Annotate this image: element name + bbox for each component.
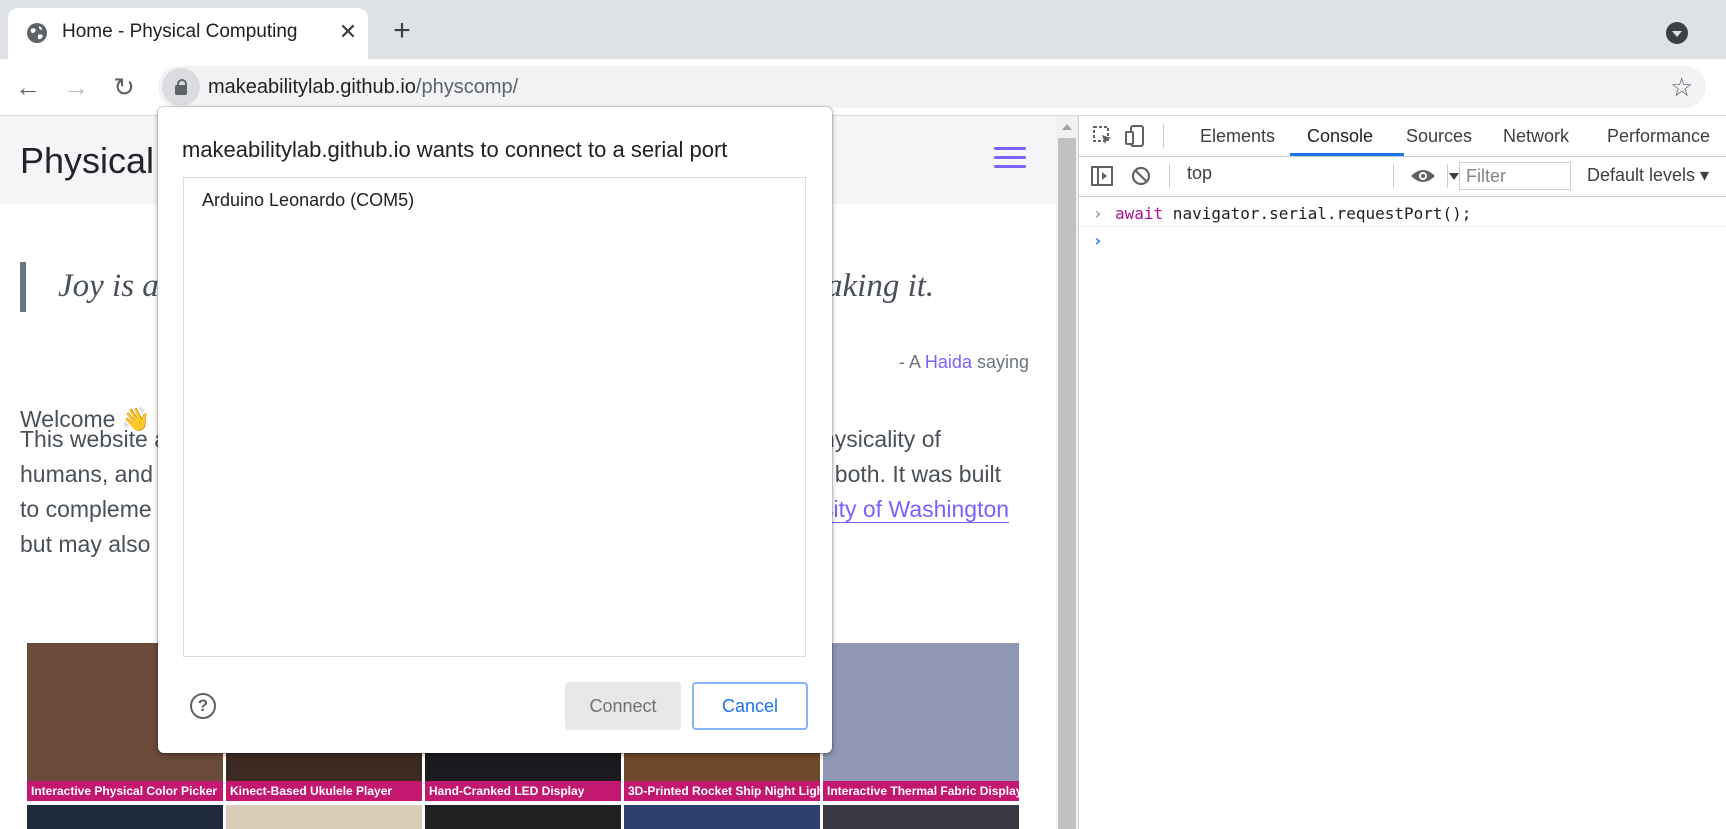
url-text[interactable]: makeabilitylab.github.io/physcomp/ bbox=[208, 76, 518, 99]
menu-icon[interactable] bbox=[994, 147, 1026, 171]
quote-attribution: - A Haida saying bbox=[898, 352, 1029, 372]
context-selector[interactable]: top bbox=[1187, 163, 1459, 189]
help-icon[interactable]: ? bbox=[190, 693, 216, 719]
intro-line-1: This website a bbox=[20, 426, 168, 452]
device-list[interactable]: Arduino Leonardo (COM5) bbox=[183, 177, 806, 657]
bookmark-star-icon[interactable]: ☆ bbox=[1670, 72, 1693, 102]
back-button[interactable]: ← bbox=[12, 71, 44, 103]
project-thumb[interactable] bbox=[27, 805, 223, 829]
console-command: await navigator.serial.requestPort(); bbox=[1115, 204, 1472, 223]
intro-line-4: but may also bbox=[20, 531, 151, 557]
intro-line-1-right: hysicality of bbox=[822, 426, 941, 452]
intro-line-2: humans, and bbox=[20, 461, 153, 487]
device-toolbar-icon[interactable] bbox=[1123, 124, 1147, 148]
tab-strip: Home - Physical Computing ✕ + bbox=[0, 0, 1726, 59]
close-tab-icon[interactable]: ✕ bbox=[334, 18, 362, 46]
new-tab-button[interactable]: + bbox=[386, 16, 418, 48]
devtools-panel: Elements Console Sources Network Perform… bbox=[1078, 116, 1726, 829]
blockquote-bar bbox=[20, 262, 26, 312]
tab-console[interactable]: Console bbox=[1307, 126, 1373, 147]
serial-port-dialog: makeabilitylab.github.io wants to connec… bbox=[158, 107, 832, 753]
globe-icon bbox=[27, 23, 47, 43]
prompt-icon: › bbox=[1093, 231, 1103, 250]
project-thumb[interactable] bbox=[425, 805, 621, 829]
device-item[interactable]: Arduino Leonardo (COM5) bbox=[202, 190, 414, 211]
uw-link[interactable]: sity of Washington bbox=[822, 496, 1010, 523]
console-entry: › await navigator.serial.requestPort(); bbox=[1079, 204, 1726, 227]
console-toolbar: top Filter Default levels ▾ bbox=[1079, 156, 1726, 197]
tab-title: Home - Physical Computing bbox=[62, 21, 298, 42]
tab-sources[interactable]: Sources bbox=[1406, 126, 1472, 147]
tab-performance[interactable]: Performance bbox=[1607, 126, 1710, 147]
eye-icon[interactable] bbox=[1409, 164, 1437, 188]
quote-text-right: aking it. bbox=[826, 268, 935, 304]
intro-line-2-right: f both. It was built bbox=[822, 461, 1001, 487]
haida-link[interactable]: Haida bbox=[925, 352, 972, 372]
devtools-tabbar: Elements Console Sources Network Perform… bbox=[1079, 116, 1726, 157]
cancel-button[interactable]: Cancel bbox=[692, 682, 808, 730]
project-thumb[interactable] bbox=[226, 805, 422, 829]
project-thumb[interactable]: Interactive Thermal Fabric Displays bbox=[823, 643, 1019, 801]
quote-text-left: Joy is a bbox=[58, 268, 159, 304]
connect-button[interactable]: Connect bbox=[565, 682, 681, 730]
tab-network[interactable]: Network bbox=[1503, 126, 1569, 147]
clear-console-icon[interactable] bbox=[1129, 164, 1153, 188]
scroll-up-icon[interactable] bbox=[1062, 124, 1072, 130]
chevron-down-icon bbox=[1449, 173, 1459, 180]
page-scrollbar[interactable] bbox=[1056, 116, 1078, 829]
lock-icon[interactable] bbox=[162, 68, 200, 106]
forward-button[interactable]: → bbox=[60, 71, 92, 103]
project-thumb[interactable] bbox=[624, 805, 820, 829]
chevron-right-icon: › bbox=[1093, 204, 1103, 223]
tab-search-icon[interactable] bbox=[1666, 22, 1688, 44]
dialog-title: makeabilitylab.github.io wants to connec… bbox=[182, 137, 728, 162]
scrollbar-thumb[interactable] bbox=[1058, 138, 1076, 829]
show-sidebar-icon[interactable] bbox=[1090, 164, 1114, 188]
console-prompt[interactable]: › bbox=[1079, 231, 1726, 253]
log-levels-dropdown[interactable]: Default levels ▾ bbox=[1587, 165, 1709, 186]
browser-tab[interactable]: Home - Physical Computing ✕ bbox=[8, 8, 368, 59]
intro-line-3-right: sity of Washington bbox=[822, 496, 1010, 523]
intro-line-3: to compleme bbox=[20, 496, 152, 522]
tab-elements[interactable]: Elements bbox=[1200, 126, 1275, 147]
inspect-element-icon[interactable] bbox=[1091, 124, 1115, 148]
reload-button[interactable]: ↻ bbox=[108, 71, 140, 103]
console-filter-input[interactable]: Filter bbox=[1459, 162, 1571, 190]
address-bar[interactable]: makeabilitylab.github.io/physcomp/ ☆ bbox=[158, 66, 1706, 108]
project-thumb[interactable] bbox=[823, 805, 1019, 829]
